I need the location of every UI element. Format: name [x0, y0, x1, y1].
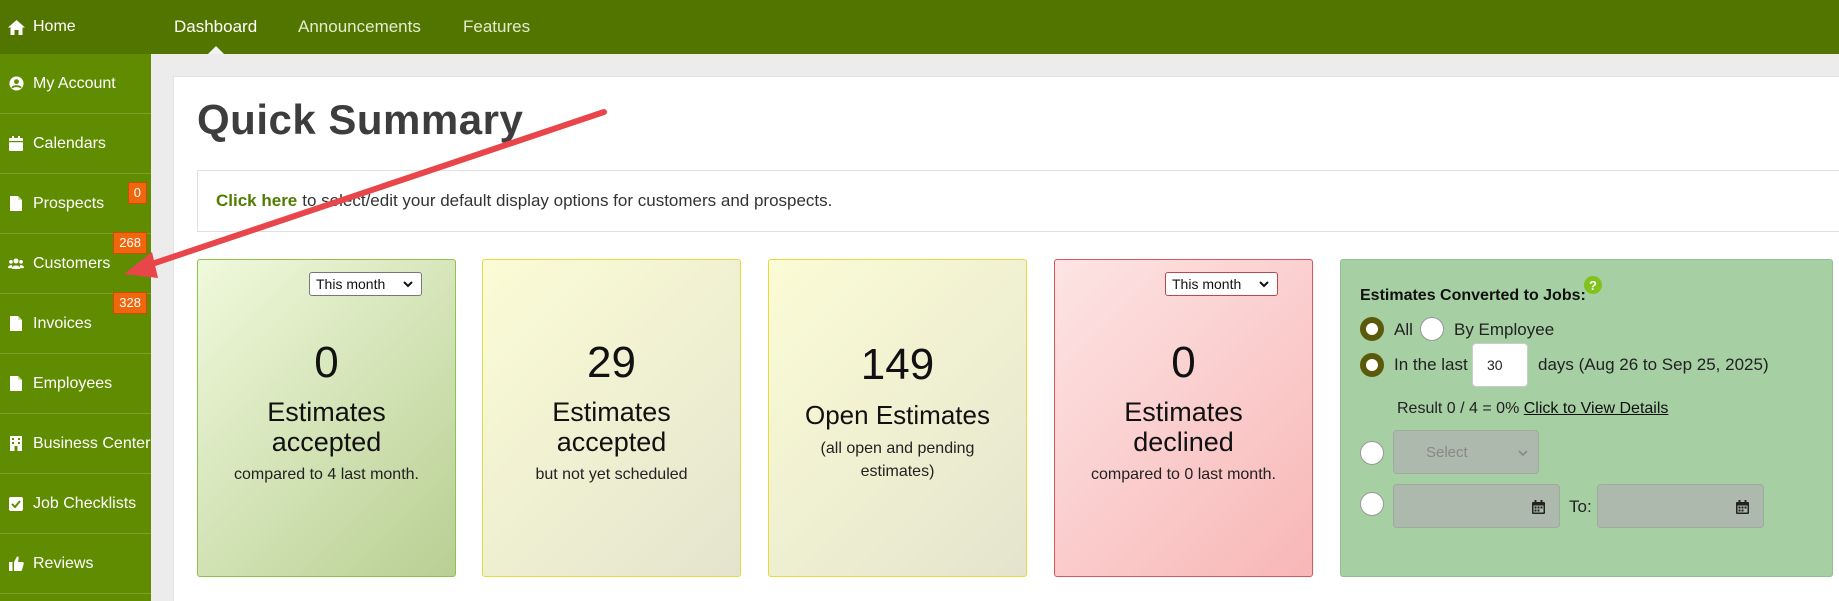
annotation-arrow — [124, 109, 607, 278]
